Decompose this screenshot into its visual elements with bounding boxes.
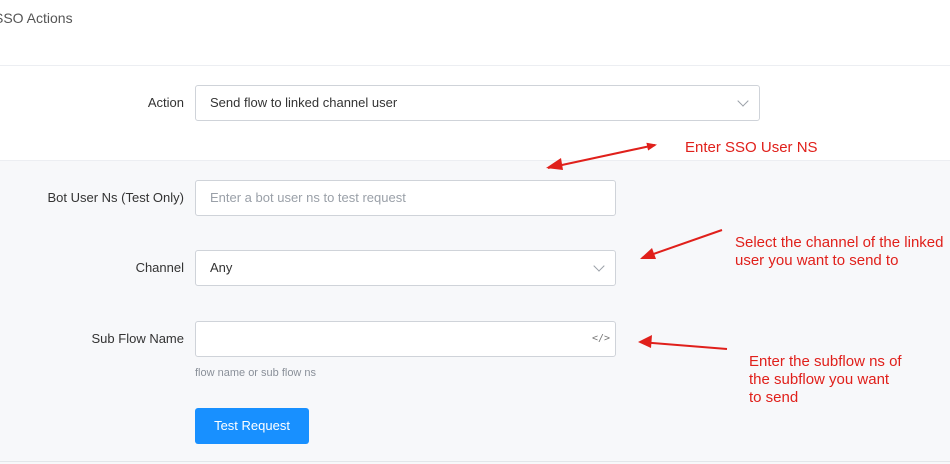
action-select-value: Send flow to linked channel user bbox=[210, 95, 398, 110]
annotation-line: the subflow you want bbox=[749, 371, 890, 388]
code-icon[interactable]: </> bbox=[591, 330, 611, 348]
page-header: SSO Actions bbox=[0, 0, 950, 66]
bot-user-ns-placeholder: Enter a bot user ns to test request bbox=[210, 190, 406, 205]
divider bbox=[0, 461, 950, 462]
page-title: SSO Actions bbox=[0, 10, 73, 26]
annotation-line: to send bbox=[749, 389, 799, 406]
annotation-line: Enter SSO User NS bbox=[685, 139, 818, 156]
annotation-line: Select the channel of the linked bbox=[735, 234, 944, 251]
annotation-channel: Select the channel of the linked user yo… bbox=[735, 234, 943, 270]
chevron-down-icon bbox=[593, 260, 605, 272]
chevron-down-icon bbox=[737, 95, 749, 107]
action-label: Action bbox=[147, 95, 184, 110]
action-row: Action Send flow to linked channel user bbox=[0, 67, 950, 147]
channel-select-value: Any bbox=[210, 260, 233, 275]
annotation-line: user you want to send to bbox=[735, 252, 899, 269]
channel-label: Channel bbox=[135, 260, 184, 275]
action-select[interactable]: Send flow to linked channel user bbox=[195, 85, 760, 121]
sub-flow-name-label: Sub Flow Name bbox=[91, 331, 184, 346]
sub-flow-name-input[interactable]: </> bbox=[195, 321, 616, 357]
bot-user-ns-input[interactable]: Enter a bot user ns to test request bbox=[195, 180, 616, 216]
annotation-line: Enter the subflow ns of bbox=[749, 353, 902, 370]
annotation-subflow: Enter the subflow ns of the subflow you … bbox=[749, 353, 902, 407]
annotation-sso-user-ns: Enter SSO User NS bbox=[685, 139, 818, 157]
sub-flow-helper-text: flow name or sub flow ns bbox=[195, 367, 317, 379]
test-request-button[interactable]: Test Request bbox=[195, 408, 309, 444]
bot-user-ns-label: Bot User Ns (Test Only) bbox=[47, 190, 184, 205]
channel-select[interactable]: Any bbox=[195, 250, 616, 286]
